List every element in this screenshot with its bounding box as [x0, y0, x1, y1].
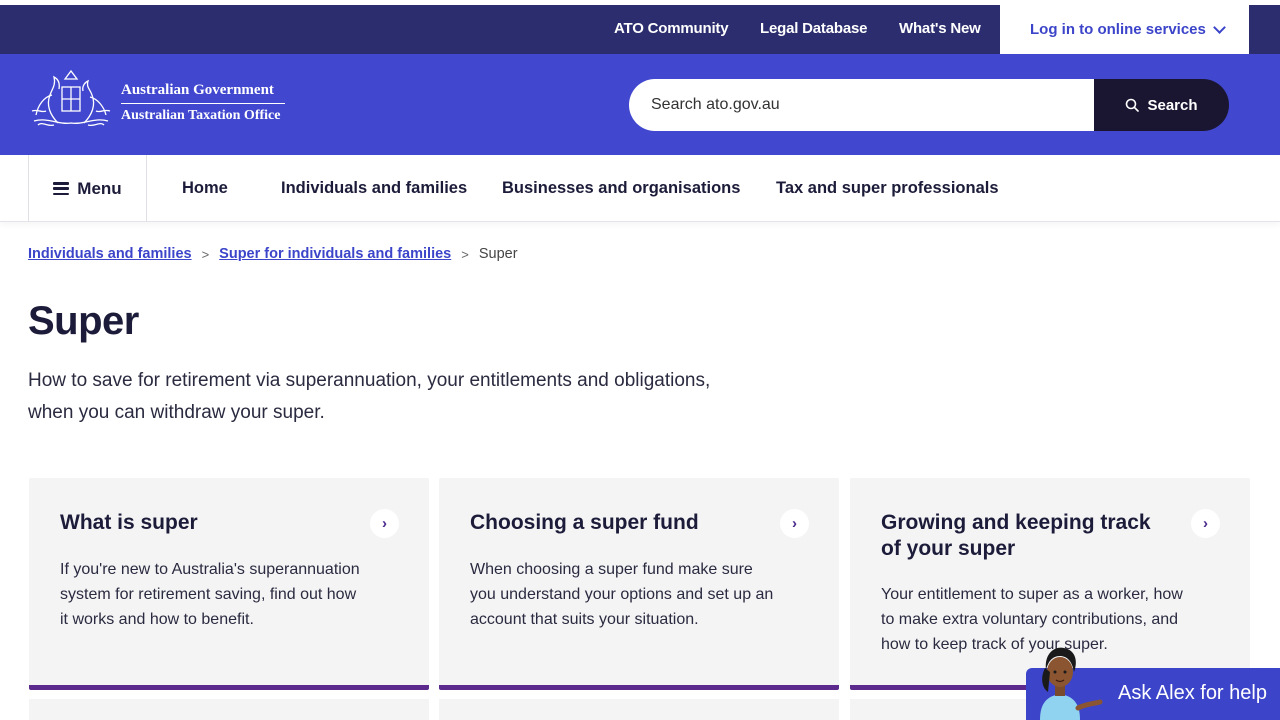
chevron-right-icon: >	[201, 246, 210, 262]
card-text-line: account that suits your situation.	[470, 611, 699, 628]
page-description: How to save for retirement via superannu…	[28, 370, 711, 423]
card-choosing-fund[interactable]: Choosing a super fund › When choosing a …	[439, 478, 839, 690]
card-text-line: When choosing a super fund make sure	[470, 561, 753, 578]
card-text-line: to make extra voluntary contributions, a…	[881, 611, 1179, 628]
chevron-right-icon: ›	[370, 509, 399, 538]
chevron-right-icon: >	[461, 246, 469, 262]
card-title-line: Growing and keeping track	[881, 511, 1151, 534]
login-label: Log in to online services	[1030, 21, 1206, 38]
coat-of-arms-logo[interactable]	[28, 65, 114, 131]
card-text-line: it works and how to benefit.	[60, 611, 254, 628]
search-icon	[1126, 98, 1140, 112]
nav-item-individuals[interactable]: Individuals and families	[281, 179, 467, 198]
breadcrumb: Individuals and families > Super for ind…	[28, 246, 518, 262]
chevron-right-icon: ›	[780, 509, 809, 538]
login-online-services-button[interactable]: Log in to online services	[1000, 5, 1249, 54]
search-button[interactable]: Search	[1094, 79, 1229, 131]
breadcrumb-link-super-individuals[interactable]: Super for individuals and families	[219, 246, 451, 262]
card-text: If you're new to Australia's superannuat…	[60, 557, 360, 632]
card-what-is-super[interactable]: What is super › If you're new to Austral…	[29, 478, 429, 690]
card-next-row	[439, 699, 839, 720]
card-title: Growing and keeping track of your super	[881, 510, 1151, 562]
gov-line-1: Australian Government	[121, 82, 285, 104]
breadcrumb-current: Super	[478, 246, 518, 262]
card-title-line: of your super	[881, 537, 1016, 560]
ask-alex-label: Ask Alex for help	[1118, 682, 1267, 704]
whats-new-link[interactable]: What's New	[899, 20, 981, 37]
chevron-right-icon: ›	[1191, 509, 1220, 538]
page-title: Super	[28, 299, 139, 343]
chevron-down-icon	[1213, 20, 1226, 34]
card-text-line: If you're new to Australia's superannuat…	[60, 561, 360, 578]
menu-button[interactable]: Menu	[28, 155, 147, 222]
alex-avatar-icon[interactable]	[1030, 642, 1110, 720]
card-title: Choosing a super fund	[470, 511, 699, 534]
card-text-line: Your entitlement to super as a worker, h…	[881, 586, 1183, 603]
site-header: Australian Government Australian Taxatio…	[0, 54, 1280, 155]
main-nav: Menu Home Individuals and families Busin…	[0, 155, 1280, 222]
utility-bar: ATO Community Legal Database What's New …	[0, 0, 1280, 54]
card-next-row	[29, 699, 429, 720]
card-title: What is super	[60, 511, 198, 534]
card-text-line: system for retirement saving, find out h…	[60, 586, 357, 603]
search-placeholder: Search ato.gov.au	[651, 96, 780, 113]
gov-line-2: Australian Taxation Office	[121, 108, 281, 123]
menu-label: Menu	[77, 178, 122, 198]
government-wordmark[interactable]: Australian Government Australian Taxatio…	[121, 82, 285, 124]
breadcrumb-link-individuals[interactable]: Individuals and families	[28, 246, 192, 262]
search-button-label: Search	[1147, 96, 1198, 114]
legal-database-link[interactable]: Legal Database	[760, 20, 867, 37]
nav-item-professionals[interactable]: Tax and super professionals	[776, 179, 999, 198]
card-text-line: you understand your options and set up a…	[470, 586, 774, 603]
nav-item-businesses[interactable]: Businesses and organisations	[502, 179, 740, 198]
card-text: When choosing a super fund make sure you…	[470, 557, 773, 632]
search-input[interactable]: Search ato.gov.au	[629, 79, 1095, 131]
hamburger-icon	[53, 182, 70, 195]
ato-community-link[interactable]: ATO Community	[614, 20, 729, 37]
nav-item-home[interactable]: Home	[182, 179, 228, 198]
